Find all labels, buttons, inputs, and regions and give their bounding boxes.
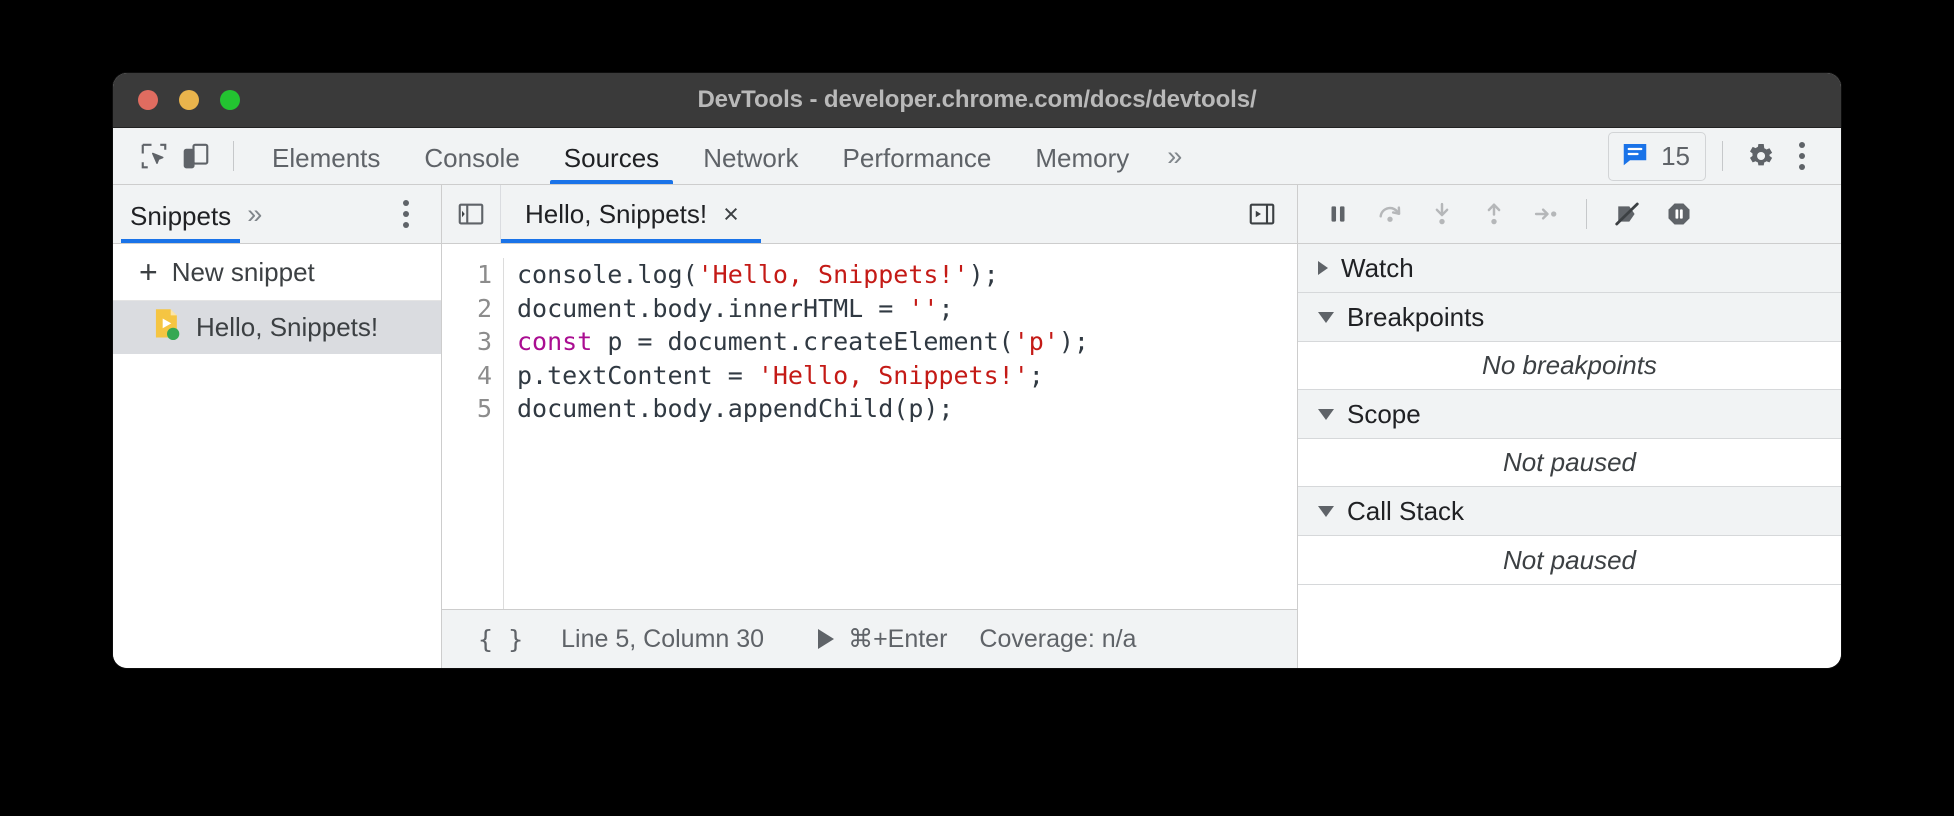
tab-elements[interactable]: Elements <box>250 128 402 184</box>
issues-count: 15 <box>1661 141 1690 172</box>
gear-icon[interactable] <box>1739 135 1781 177</box>
tab-performance[interactable]: Performance <box>821 128 1014 184</box>
minimize-window-button[interactable] <box>179 90 199 110</box>
step-icon[interactable] <box>1522 192 1570 236</box>
issues-message-icon <box>1620 139 1650 174</box>
snippets-navigator-pane: Snippets » + New snippet <box>113 185 442 668</box>
devtools-window: DevTools - developer.chrome.com/docs/dev… <box>113 73 1841 668</box>
editor-tab-label: Hello, Snippets! <box>525 199 707 230</box>
debugger-divider <box>1586 199 1587 229</box>
section-header-watch[interactable]: Watch <box>1298 244 1841 293</box>
navigator-tabbar: Snippets » <box>113 185 441 244</box>
window-titlebar: DevTools - developer.chrome.com/docs/dev… <box>113 73 1841 128</box>
window-title: DevTools - developer.chrome.com/docs/dev… <box>113 86 1841 114</box>
deactivate-breakpoints-icon[interactable] <box>1603 192 1651 236</box>
chevron-down-icon <box>1318 409 1334 420</box>
section-title: Watch <box>1341 253 1414 284</box>
devtools-body: Snippets » + New snippet <box>113 185 1841 668</box>
step-into-icon[interactable] <box>1418 192 1466 236</box>
section-header-breakpoints[interactable]: Breakpoints <box>1298 293 1841 342</box>
navigator-tab-snippets[interactable]: Snippets <box>130 185 231 243</box>
editor-statusbar: { } Line 5, Column 30 ⌘+Enter Coverage: … <box>442 609 1297 668</box>
chevron-right-icon <box>1318 261 1328 275</box>
cursor-position: Line 5, Column 30 <box>561 625 764 654</box>
run-snippet-button[interactable]: ⌘+Enter <box>818 624 947 654</box>
issues-badge[interactable]: 15 <box>1608 132 1706 181</box>
line-number: 1 <box>442 258 492 292</box>
editor-tab-hello-snippets[interactable]: Hello, Snippets! × <box>501 185 761 243</box>
section-title: Breakpoints <box>1347 302 1484 333</box>
tabstrip-right-controls: 15 <box>1608 132 1823 181</box>
collapse-sidebar-icon[interactable] <box>442 185 501 243</box>
close-icon[interactable]: × <box>723 201 739 228</box>
pause-script-execution-icon[interactable] <box>1314 192 1362 236</box>
show-navigator-icon[interactable] <box>1241 193 1283 235</box>
chevron-down-icon <box>1318 312 1334 323</box>
editor-right-tools <box>1241 193 1297 235</box>
tab-console[interactable]: Console <box>402 128 541 184</box>
debugger-toolbar <box>1298 185 1841 244</box>
plus-icon: + <box>139 256 158 288</box>
code-content[interactable]: console.log('Hello, Snippets!');document… <box>504 258 1089 609</box>
line-number-gutter: 12345 <box>442 258 504 609</box>
debugger-sidebar: Watch Breakpoints No breakpoints Scope N… <box>1298 185 1841 668</box>
inspect-element-icon[interactable] <box>133 135 175 177</box>
line-number: 2 <box>442 292 492 326</box>
editor-tabbar: Hello, Snippets! × <box>442 185 1297 244</box>
new-snippet-label: New snippet <box>172 257 315 288</box>
pretty-print-button[interactable]: { } <box>466 625 535 654</box>
step-over-icon[interactable] <box>1366 192 1414 236</box>
play-icon <box>818 629 834 649</box>
code-line: console.log('Hello, Snippets!'); <box>517 258 1089 292</box>
toolbar-divider-2 <box>1722 141 1723 171</box>
close-window-button[interactable] <box>138 90 158 110</box>
tab-memory[interactable]: Memory <box>1013 128 1151 184</box>
call-stack-empty-message: Not paused <box>1298 536 1841 585</box>
breakpoints-empty-message: No breakpoints <box>1298 342 1841 390</box>
device-toolbar-icon[interactable] <box>175 135 217 177</box>
traffic-lights <box>138 90 240 110</box>
navigator-more-icon[interactable]: » <box>231 201 278 228</box>
code-line: document.body.appendChild(p); <box>517 392 1089 426</box>
section-title: Scope <box>1347 399 1421 430</box>
editor-pane: Hello, Snippets! × 12345 console.log('H <box>442 185 1298 668</box>
new-snippet-button[interactable]: + New snippet <box>113 244 441 301</box>
section-title: Call Stack <box>1347 496 1464 527</box>
devtools-tabstrip: Elements Console Sources Network Perform… <box>113 128 1841 185</box>
snippet-file-icon <box>152 308 182 347</box>
more-tabs-icon[interactable]: » <box>1151 143 1198 170</box>
coverage-status: Coverage: n/a <box>979 625 1136 654</box>
section-header-call-stack[interactable]: Call Stack <box>1298 487 1841 536</box>
line-number: 3 <box>442 325 492 359</box>
list-item[interactable]: Hello, Snippets! <box>113 301 441 354</box>
pause-on-exceptions-icon[interactable] <box>1655 192 1703 236</box>
navigator-kebab-menu-icon[interactable] <box>389 197 423 231</box>
scope-empty-message: Not paused <box>1298 439 1841 487</box>
line-number: 5 <box>442 392 492 426</box>
tab-network[interactable]: Network <box>681 128 820 184</box>
section-header-scope[interactable]: Scope <box>1298 390 1841 439</box>
line-number: 4 <box>442 359 492 393</box>
code-line: p.textContent = 'Hello, Snippets!'; <box>517 359 1089 393</box>
code-editor[interactable]: 12345 console.log('Hello, Snippets!');do… <box>442 244 1297 609</box>
code-line: document.body.innerHTML = ''; <box>517 292 1089 326</box>
toolbar-divider <box>233 141 234 171</box>
code-line: const p = document.createElement('p'); <box>517 325 1089 359</box>
zoom-window-button[interactable] <box>220 90 240 110</box>
snippet-name: Hello, Snippets! <box>196 312 378 343</box>
step-out-icon[interactable] <box>1470 192 1518 236</box>
kebab-menu-icon[interactable] <box>1781 135 1823 177</box>
tab-sources[interactable]: Sources <box>542 128 681 184</box>
chevron-down-icon <box>1318 506 1334 517</box>
run-shortcut-label: ⌘+Enter <box>848 624 947 654</box>
